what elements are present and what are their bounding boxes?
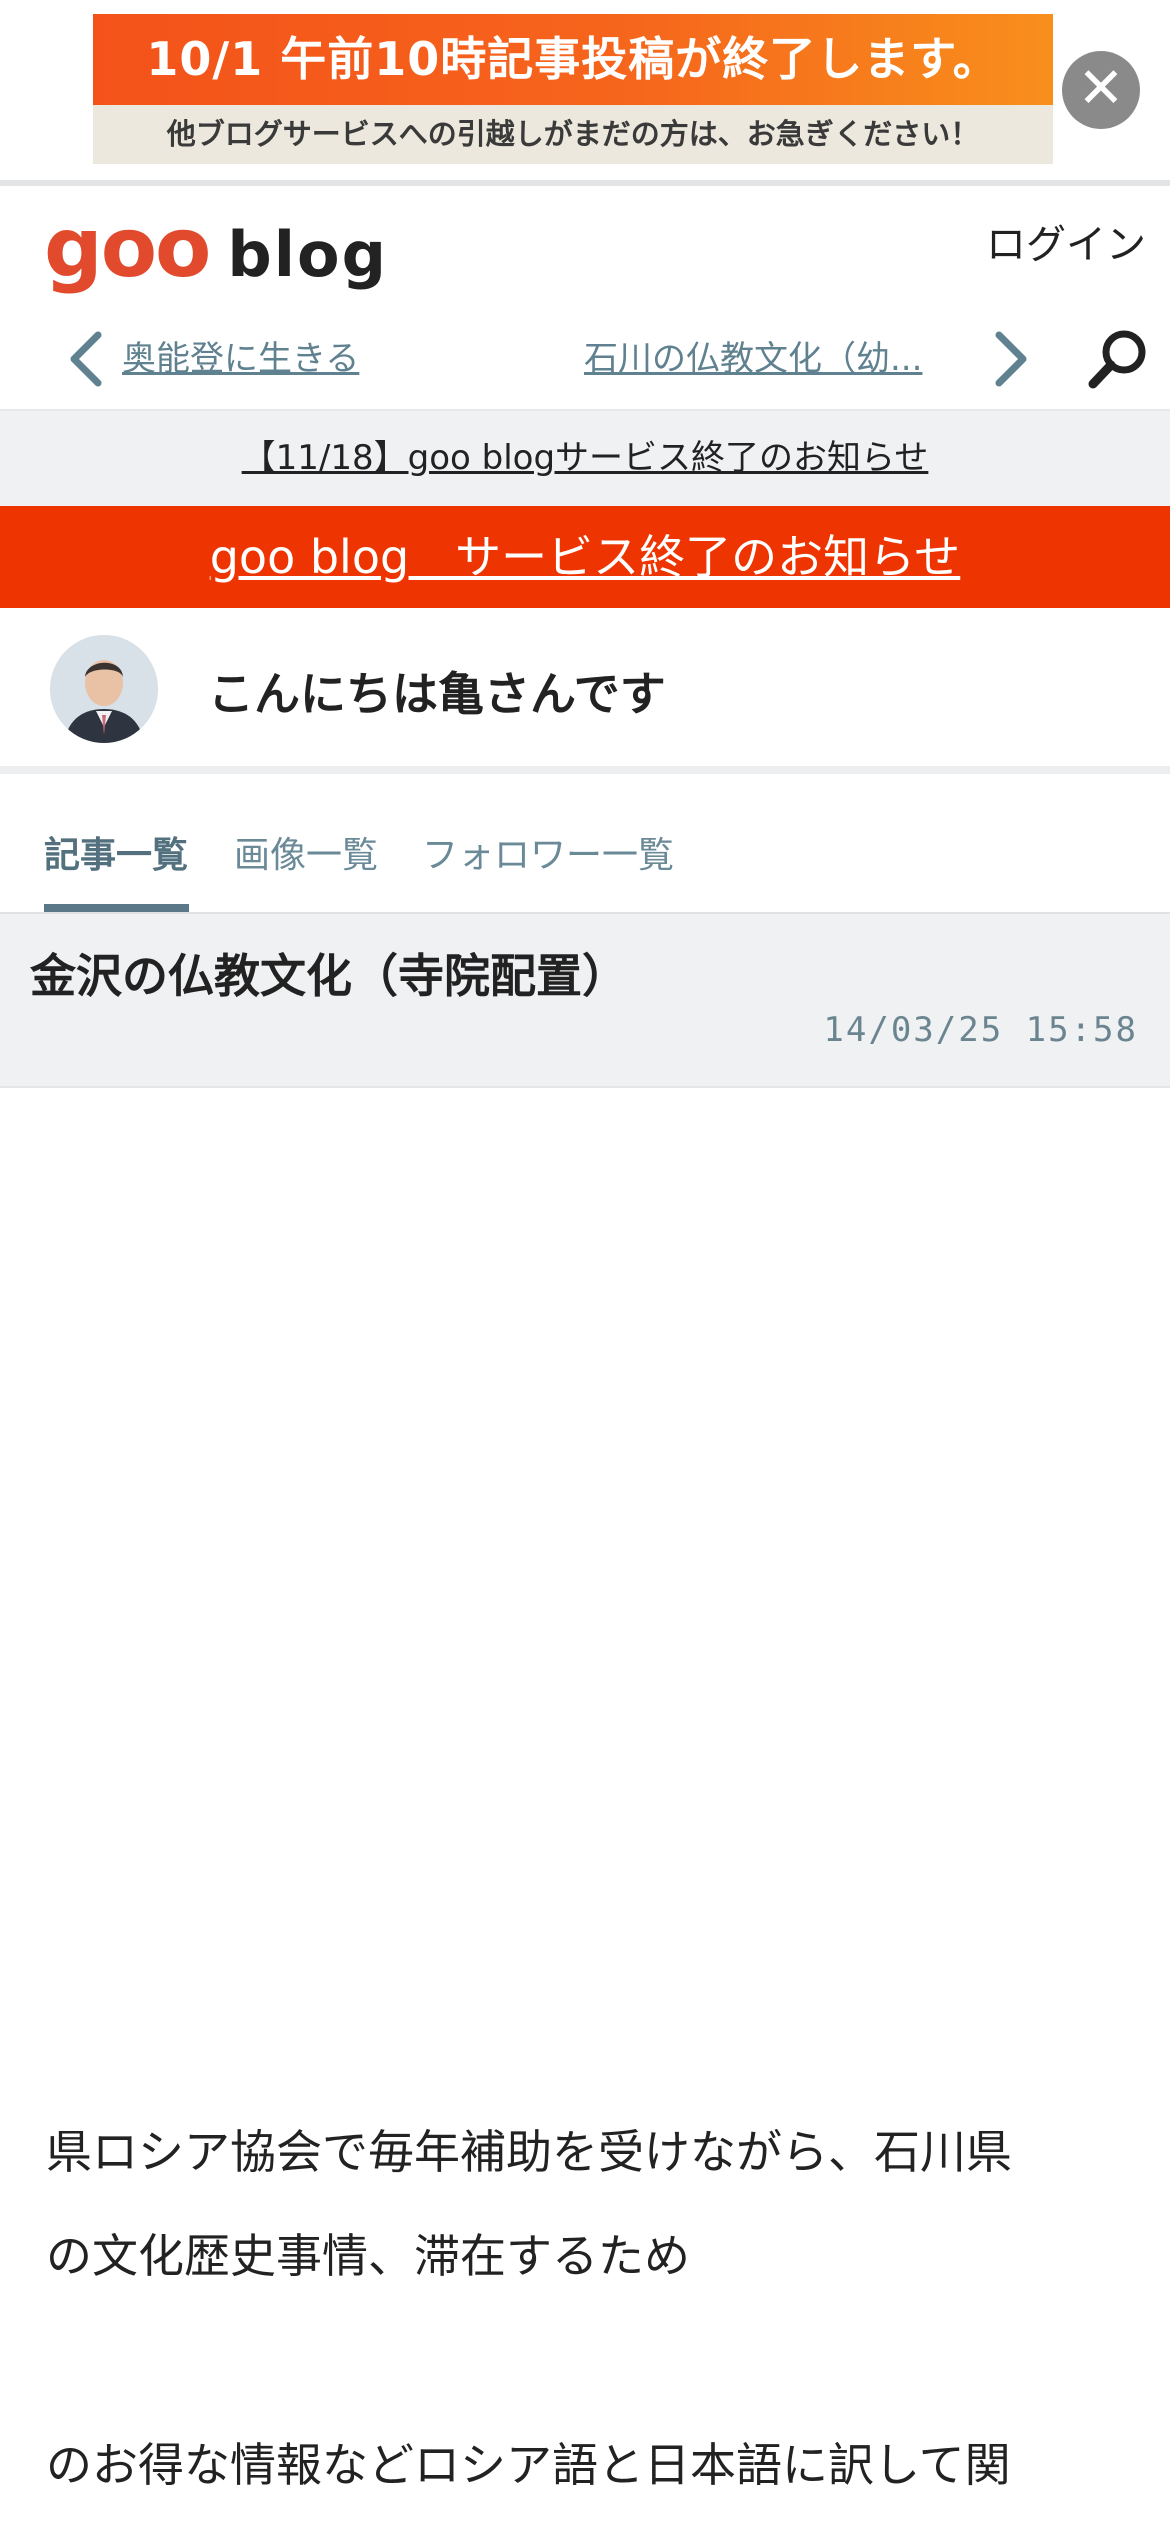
- tab-followers[interactable]: フォロワー一覧: [422, 826, 674, 878]
- body-line: 県ロシア協会で毎年補助を受けながら、石川県: [46, 2125, 1012, 2179]
- notice-bar: 【11/18】goo blogサービス終了のお知らせ: [0, 411, 1170, 506]
- service-end-banner: goo blog サービス終了のお知らせ: [0, 506, 1170, 608]
- chevron-right-icon[interactable]: [985, 329, 1035, 389]
- chevron-left-icon[interactable]: [62, 329, 112, 389]
- active-tab-indicator: [44, 904, 189, 912]
- blog-profile: こんにちは亀さんです: [0, 608, 1170, 774]
- search-icon[interactable]: [1084, 325, 1152, 393]
- site-header: goo blog ログイン: [0, 186, 1170, 311]
- notice-link[interactable]: 【11/18】goo blogサービス終了のお知らせ: [242, 438, 929, 478]
- goo-blog-logo[interactable]: goo blog: [44, 204, 388, 294]
- tab-articles[interactable]: 記事一覧: [44, 826, 188, 878]
- tab-bar: 記事一覧 画像一覧 フォロワー一覧: [0, 790, 1170, 914]
- post-header: 金沢の仏教文化（寺院配置） 14/03/25 15:58: [0, 914, 1170, 1088]
- post-body: 県ロシア協会で毎年補助を受けながら、石川県 の文化歴史事情、滞在するため のお得…: [46, 2100, 1126, 2517]
- avatar[interactable]: [50, 635, 158, 743]
- blog-title[interactable]: こんにちは亀さんです: [208, 658, 666, 724]
- ad-area: 10/1 午前10時記事投稿が終了します。 他ブログサービスへの引越しがまだの方…: [0, 0, 1170, 182]
- ad-banner[interactable]: 10/1 午前10時記事投稿が終了します。 他ブログサービスへの引越しがまだの方…: [93, 14, 1053, 164]
- service-end-link[interactable]: goo blog サービス終了のお知らせ: [210, 530, 961, 584]
- login-link[interactable]: ログイン: [986, 212, 1146, 270]
- ad-subline: 他ブログサービスへの引越しがまだの方は、お急ぎください！: [93, 105, 1053, 164]
- close-icon[interactable]: ✕: [1062, 51, 1140, 129]
- ad-headline: 10/1 午前10時記事投稿が終了します。: [93, 14, 1053, 105]
- body-line: の文化歴史事情、滞在するため: [46, 2229, 690, 2283]
- avatar-image: [50, 635, 158, 743]
- post-title: 金沢の仏教文化（寺院配置）: [30, 949, 628, 1003]
- prev-article-link[interactable]: 奥能登に生きる: [122, 331, 359, 380]
- post-date: 14/03/25 15:58: [823, 1010, 1138, 1050]
- article-nav: 奥能登に生きる 石川の仏教文化（幼...: [0, 311, 1170, 411]
- logo-suffix: blog: [227, 218, 388, 291]
- body-line: のお得な情報などロシア語と日本語に訳して関: [46, 2438, 1011, 2492]
- logo-brand: goo: [44, 201, 211, 296]
- tab-images[interactable]: 画像一覧: [234, 826, 378, 878]
- next-article-link[interactable]: 石川の仏教文化（幼...: [584, 331, 934, 380]
